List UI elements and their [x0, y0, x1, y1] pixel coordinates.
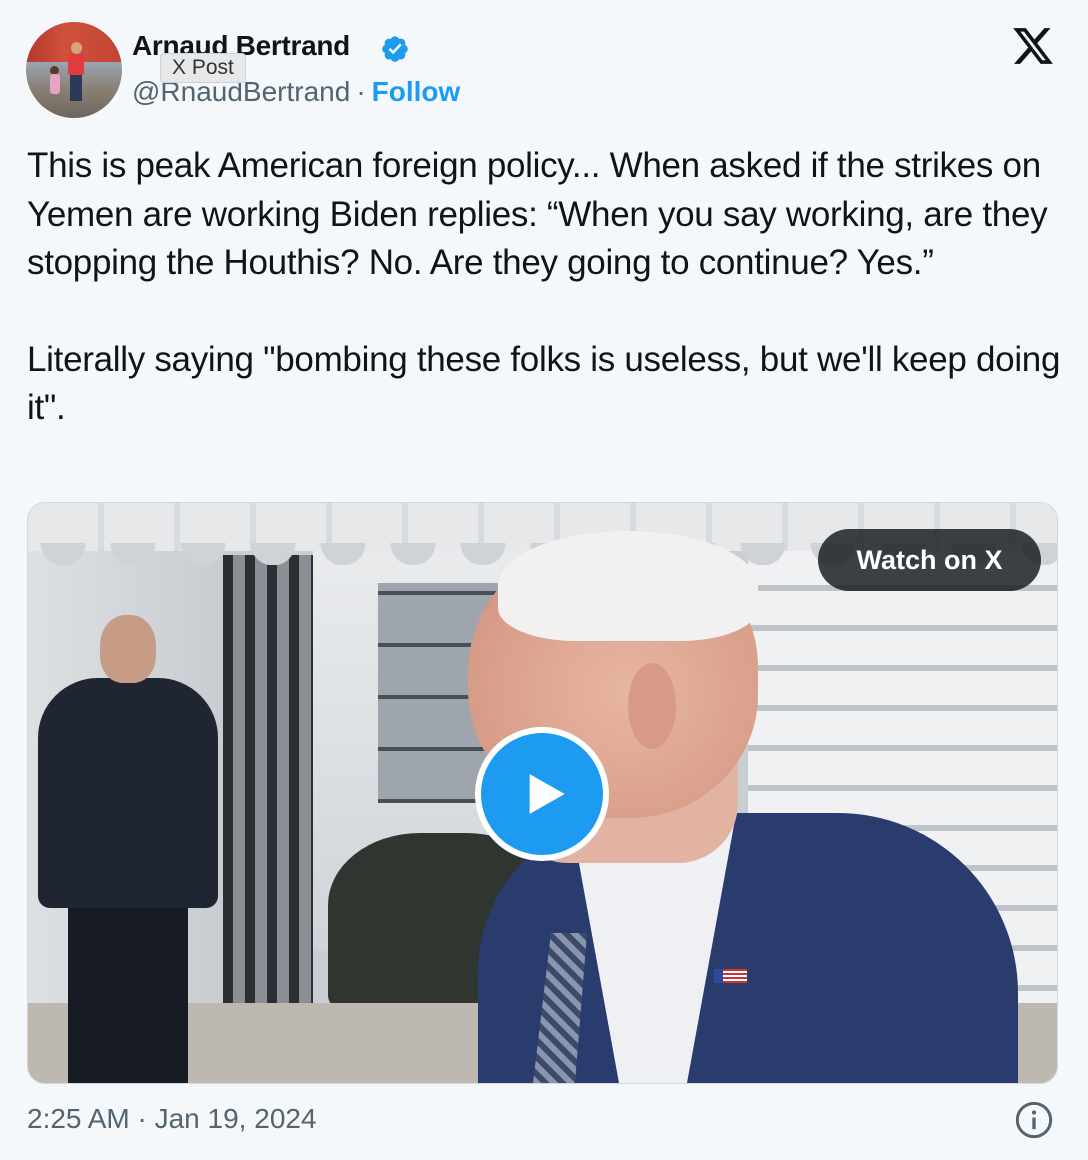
follow-button[interactable]: Follow	[372, 76, 461, 107]
play-icon	[529, 774, 565, 814]
author-avatar[interactable]	[26, 22, 122, 118]
post-timestamp[interactable]: 2:25 AM · Jan 19, 2024	[27, 1103, 317, 1135]
post-text: This is peak American foreign policy... …	[27, 142, 1067, 433]
embedded-post-card: Arnaud Bertrand @RnaudBertrand · Follow X …	[0, 0, 1088, 1160]
video-player[interactable]: Watch on X	[27, 502, 1058, 1084]
info-icon[interactable]	[1014, 1100, 1054, 1140]
verified-badge-icon	[382, 36, 408, 62]
play-button[interactable]	[475, 727, 609, 861]
post-paragraph: This is peak American foreign policy... …	[27, 146, 1048, 282]
watch-on-x-button[interactable]: Watch on X	[818, 529, 1041, 591]
tooltip: X Post	[160, 53, 246, 83]
x-logo-icon[interactable]	[1010, 24, 1056, 68]
post-paragraph: Literally saying "bombing these folks is…	[27, 339, 1061, 428]
separator: ·	[356, 76, 366, 107]
